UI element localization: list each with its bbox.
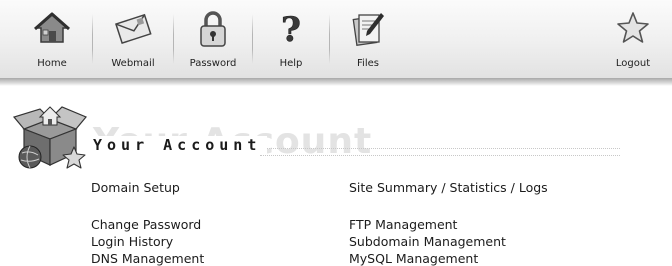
help-label: Help xyxy=(279,58,303,69)
ftp-management-link[interactable]: FTP Management xyxy=(349,217,457,232)
star-icon xyxy=(617,12,649,43)
webmail-button[interactable]: Webmail xyxy=(93,0,173,76)
files-label: Files xyxy=(357,58,379,69)
account-heading: Your Account Your Account xyxy=(0,95,672,175)
files-button[interactable]: Files xyxy=(330,0,406,76)
home-icon xyxy=(34,12,70,43)
password-button[interactable]: Password xyxy=(174,0,252,76)
home-button[interactable]: Home xyxy=(12,0,92,76)
webmail-label: Webmail xyxy=(111,58,155,69)
svg-text:?: ? xyxy=(281,10,301,48)
domain-setup-link[interactable]: Domain Setup xyxy=(91,180,180,195)
subdomain-management-link[interactable]: Subdomain Management xyxy=(349,234,506,249)
help-button[interactable]: ? Help xyxy=(253,0,329,76)
site-summary-link[interactable]: Site Summary / Statistics / Logs xyxy=(349,180,548,195)
page-title: Your Account xyxy=(93,136,268,154)
files-icon xyxy=(352,13,384,46)
envelope-icon xyxy=(115,13,152,45)
account-box-icon xyxy=(12,106,87,169)
logout-label: Logout xyxy=(615,58,651,69)
login-history-link[interactable]: Login History xyxy=(91,234,173,249)
title-divider xyxy=(260,148,620,156)
dns-management-link[interactable]: DNS Management xyxy=(91,251,204,266)
question-mark-icon: ? xyxy=(281,10,302,48)
logout-button[interactable]: Logout xyxy=(600,0,666,76)
top-toolbar: Home Webmail Password ? Help Files Logou… xyxy=(0,0,672,86)
mysql-management-link[interactable]: MySQL Management xyxy=(349,251,478,266)
password-label: Password xyxy=(189,58,237,69)
home-label: Home xyxy=(37,58,67,69)
padlock-icon xyxy=(200,11,226,47)
change-password-link[interactable]: Change Password xyxy=(91,217,201,232)
